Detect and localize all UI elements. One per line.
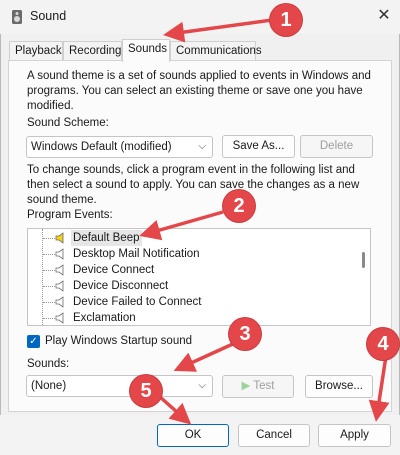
annotation-badge: 1 <box>270 4 302 36</box>
annotation-arrow <box>163 18 273 43</box>
annotation-badge: 2 <box>223 190 255 222</box>
annotation-arrow <box>173 341 236 372</box>
annotation-badge: 5 <box>130 375 162 407</box>
annotation-arrow <box>158 395 192 425</box>
annotation-badge: 4 <box>367 328 399 360</box>
annotation-arrows <box>139 18 390 425</box>
annotation-arrow <box>368 355 390 422</box>
annotation-arrow <box>139 210 224 241</box>
annotation-badge: 3 <box>229 318 261 350</box>
